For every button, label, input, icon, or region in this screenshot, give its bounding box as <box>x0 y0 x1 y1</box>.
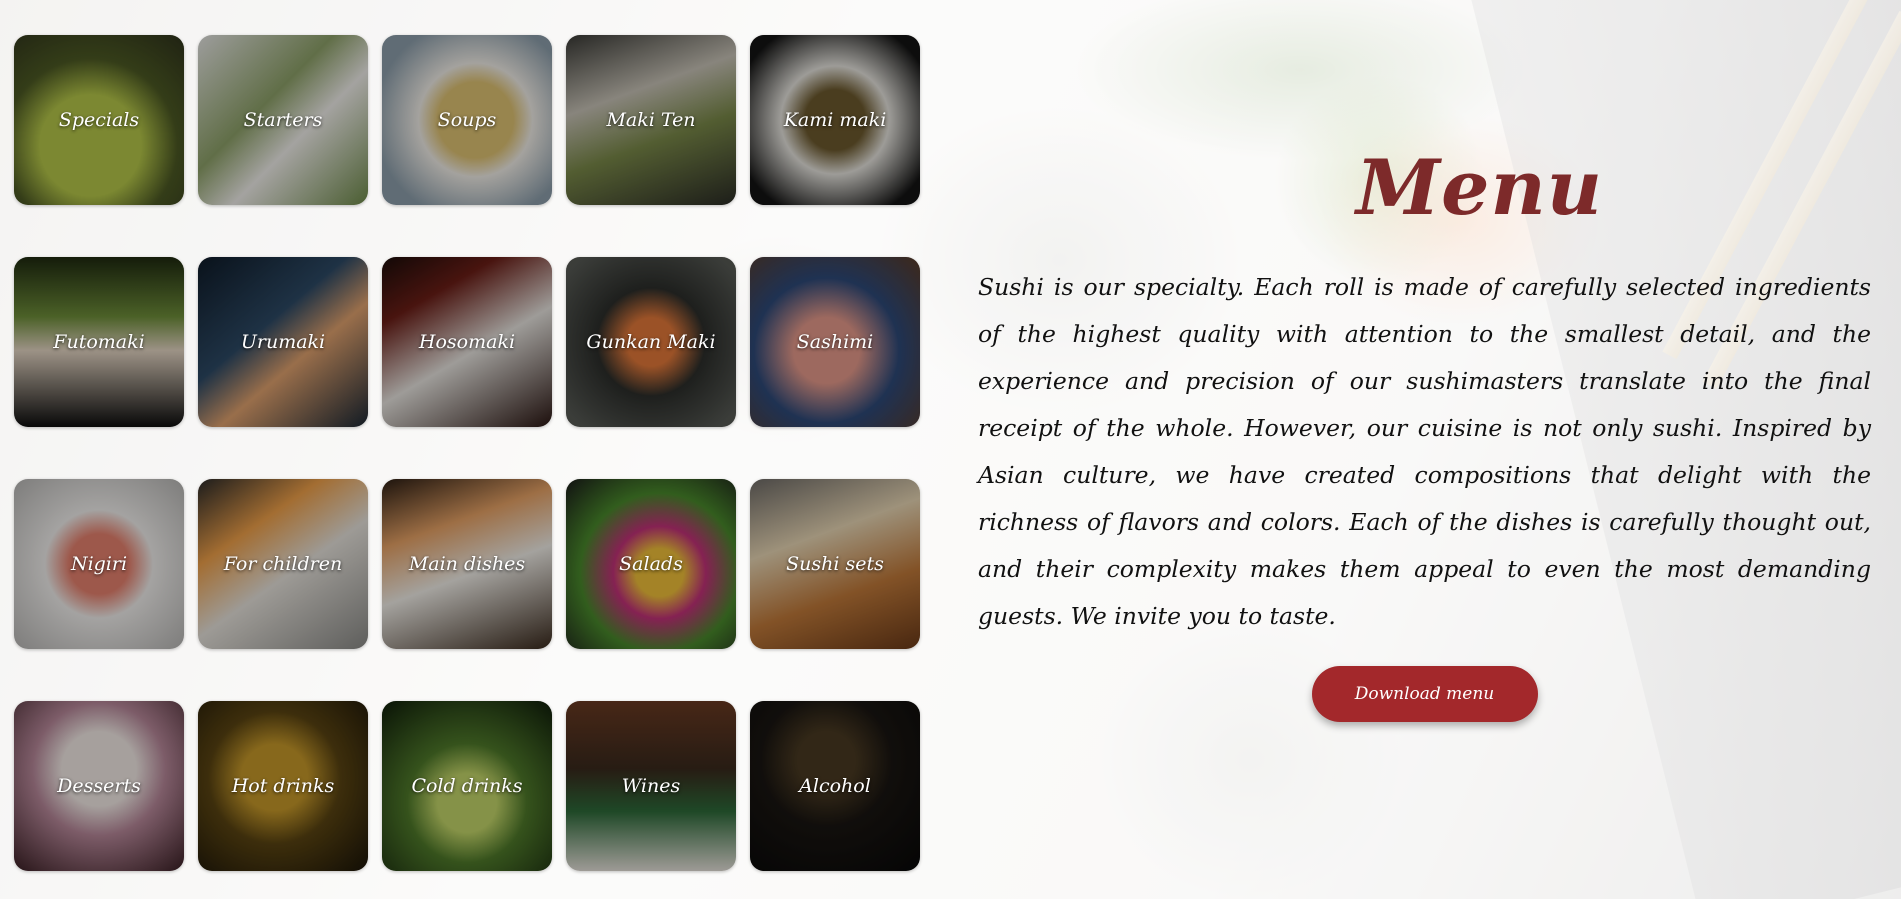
category-tile-cold-drinks[interactable]: Cold drinks <box>382 701 552 871</box>
category-label: Sushi sets <box>786 553 884 575</box>
category-tile-specials[interactable]: Specials <box>14 35 184 205</box>
category-label: Soups <box>437 109 497 131</box>
category-label: Hosomaki <box>418 331 516 353</box>
category-tile-hosomaki[interactable]: Hosomaki <box>382 257 552 427</box>
category-tile-sushi-sets[interactable]: Sushi sets <box>750 479 920 649</box>
category-tile-sashimi[interactable]: Sashimi <box>750 257 920 427</box>
download-wrap: Download menu <box>978 666 1871 722</box>
category-label: Salads <box>619 553 683 575</box>
category-label: Maki Ten <box>606 109 696 131</box>
page-title: Menu <box>1356 143 1603 232</box>
category-label: Cold drinks <box>411 775 523 797</box>
menu-intro-section: Menu Sushi is our specialty. Each roll i… <box>978 150 1871 722</box>
category-label: Alcohol <box>799 775 871 797</box>
category-label: For children <box>223 553 343 575</box>
category-label: Sashimi <box>796 331 874 353</box>
category-label: Nigiri <box>70 553 128 575</box>
category-tile-kami-maki[interactable]: Kami maki <box>750 35 920 205</box>
category-label: Wines <box>621 775 681 797</box>
category-label: Urumaki <box>240 331 326 353</box>
category-tile-for-children[interactable]: For children <box>198 479 368 649</box>
category-tile-futomaki[interactable]: Futomaki <box>14 257 184 427</box>
category-label: Specials <box>58 109 140 131</box>
category-label: Hot drinks <box>231 775 335 797</box>
category-tile-urumaki[interactable]: Urumaki <box>198 257 368 427</box>
category-tile-main-dishes[interactable]: Main dishes <box>382 479 552 649</box>
category-tile-soups[interactable]: Soups <box>382 35 552 205</box>
menu-category-grid: Specials Starters Soups Maki Ten Kami ma… <box>14 35 920 871</box>
download-menu-button[interactable]: Download menu <box>1311 666 1538 722</box>
category-tile-wines[interactable]: Wines <box>566 701 736 871</box>
category-tile-salads[interactable]: Salads <box>566 479 736 649</box>
category-tile-hot-drinks[interactable]: Hot drinks <box>198 701 368 871</box>
category-tile-nigiri[interactable]: Nigiri <box>14 479 184 649</box>
category-tile-alcohol[interactable]: Alcohol <box>750 701 920 871</box>
category-label: Futomaki <box>53 331 145 353</box>
category-tile-desserts[interactable]: Desserts <box>14 701 184 871</box>
category-tile-gunkan-maki[interactable]: Gunkan Maki <box>566 257 736 427</box>
category-tile-starters[interactable]: Starters <box>198 35 368 205</box>
category-tile-maki-ten[interactable]: Maki Ten <box>566 35 736 205</box>
category-label: Gunkan Maki <box>586 331 716 353</box>
category-label: Kami maki <box>783 109 887 131</box>
category-label: Starters <box>243 109 323 131</box>
category-label: Main dishes <box>408 553 526 575</box>
menu-description: Sushi is our specialty. Each roll is mad… <box>978 273 1871 630</box>
category-label: Desserts <box>57 775 141 797</box>
